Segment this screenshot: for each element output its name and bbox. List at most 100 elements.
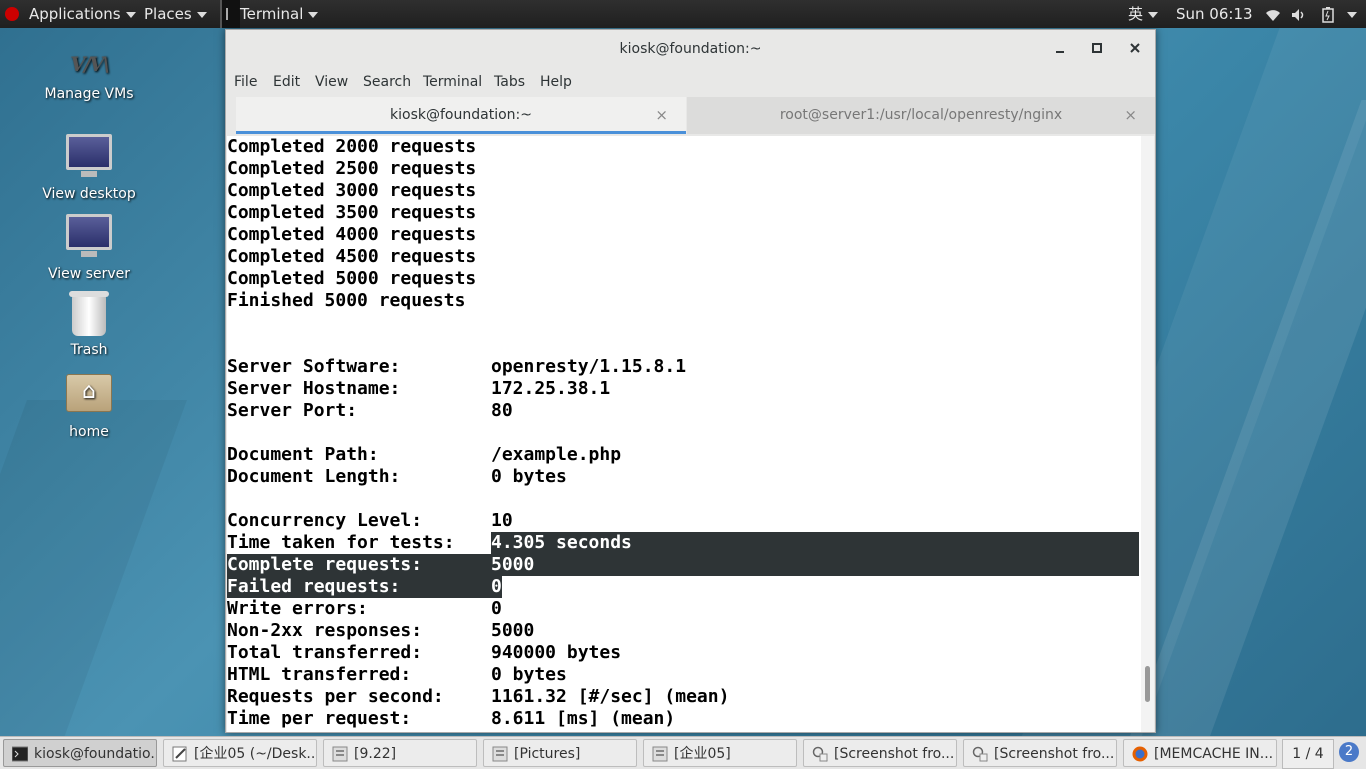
terminal-line-value: 5000 <box>491 554 535 575</box>
terminal-line-key: Server Software: <box>227 356 401 377</box>
terminal-line-value: openresty/1.15.8.1 <box>491 356 687 377</box>
terminal-line: Failed requests: 0 <box>227 576 1139 598</box>
desktop-icon-manage-vms[interactable]: V/V\ Manage VMs <box>24 52 154 102</box>
terminal-line: Completed 3500 requests <box>227 202 1139 224</box>
taskbar-item[interactable]: [9.22] <box>323 739 477 767</box>
home-folder-icon <box>66 374 112 412</box>
terminal-output[interactable]: Completed 2000 requests Completed 2500 re… <box>227 136 1141 732</box>
terminal-line-value: /example.php <box>491 444 622 465</box>
taskbar-item[interactable]: [Screenshot fro... <box>803 739 957 767</box>
battery-icon[interactable] <box>1322 0 1334 28</box>
close-button[interactable] <box>1125 39 1145 59</box>
chevron-down-icon <box>1347 11 1357 18</box>
taskbar-item[interactable]: [企业05 (~/Desk... <box>163 739 317 767</box>
tab-close-icon[interactable]: × <box>655 97 668 134</box>
terminal-line: Completed 4000 requests <box>227 224 1139 246</box>
vm-icon: V/V\ <box>70 52 110 76</box>
terminal-line: Total transferred: 940000 bytes <box>227 642 1139 664</box>
terminal-line-key: Document Length: <box>227 466 401 487</box>
terminal-line: Concurrency Level: 10 <box>227 510 1139 532</box>
taskbar-item[interactable]: kiosk@foundatio... <box>3 739 157 767</box>
terminal-line-key: Non-2xx responses: <box>227 620 423 641</box>
desktop-icon-home[interactable]: home <box>24 374 154 440</box>
desktop-icon-trash[interactable]: Trash <box>24 291 154 358</box>
image-viewer-icon <box>812 746 828 762</box>
places-menu-label: Places <box>144 5 192 23</box>
tab-root-server1[interactable]: root@server1:/usr/local/openresty/nginx … <box>687 97 1155 134</box>
scrollbar[interactable] <box>1141 136 1154 732</box>
terminal-line-key: Completed 3500 requests <box>227 202 477 223</box>
menu-help[interactable]: Help <box>540 68 572 96</box>
redhat-logo-icon <box>5 7 19 21</box>
taskbar-item-label: [企业05 (~/Desk... <box>194 746 317 762</box>
menu-edit[interactable]: Edit <box>273 68 300 96</box>
menu-view[interactable]: View <box>315 68 348 96</box>
taskbar-item-label: kiosk@foundatio... <box>34 746 157 762</box>
terminal-line-key: Total transferred: <box>227 642 423 663</box>
places-menu[interactable]: Places <box>144 0 207 28</box>
terminal-line: Completed 2000 requests <box>227 136 1139 158</box>
menu-file[interactable]: File <box>234 68 257 96</box>
terminal-window: kiosk@foundation:~ File Edit View Search… <box>225 29 1156 733</box>
input-method-indicator[interactable]: 英 <box>1128 0 1159 28</box>
terminal-app-menu[interactable]: Terminal <box>240 0 319 28</box>
clock[interactable]: Sun 06:13 <box>1176 0 1253 28</box>
menu-terminal[interactable]: Terminal <box>423 68 482 96</box>
terminal-line: Requests per second: 1161.32 [#/sec] (mea… <box>227 686 1139 708</box>
terminal-line: Write errors: 0 <box>227 598 1139 620</box>
scrollbar-thumb[interactable] <box>1145 666 1150 702</box>
menu-search[interactable]: Search <box>363 68 411 96</box>
taskbar-item-label: [9.22] <box>354 746 397 762</box>
input-method-label: 英 <box>1128 5 1144 23</box>
terminal-line-value: 4.305 seconds <box>491 532 632 553</box>
applications-menu[interactable]: Applications <box>29 0 136 28</box>
taskbar-item[interactable]: [MEMCACHE IN... <box>1123 739 1277 767</box>
desktop-icon-view-desktop[interactable]: View desktop <box>24 134 154 202</box>
taskbar-item[interactable]: [Pictures] <box>483 739 637 767</box>
volume-icon[interactable] <box>1291 0 1307 28</box>
terminal-line-value: 0 bytes <box>491 664 567 685</box>
terminal-line-value: 5000 <box>491 620 535 641</box>
terminal-line: Complete requests: 5000 <box>227 554 1139 576</box>
terminal-line-key: Requests per second: <box>227 686 444 707</box>
tab-label: kiosk@foundation:~ <box>390 107 532 123</box>
notification-badge[interactable]: 2 <box>1339 742 1359 762</box>
minimize-button[interactable] <box>1050 39 1070 59</box>
terminal-line-key: Completed 5000 requests <box>227 268 477 289</box>
terminal-line: Completed 4500 requests <box>227 246 1139 268</box>
tab-kiosk-foundation[interactable]: kiosk@foundation:~ × <box>236 97 686 134</box>
minimize-icon <box>1056 51 1064 53</box>
desktop-icon-view-server[interactable]: View server <box>24 214 154 282</box>
menubar: File Edit View Search Terminal Tabs Help <box>226 68 1155 96</box>
taskbar-item[interactable]: [Screenshot fro... <box>963 739 1117 767</box>
terminal-line-value: 940000 bytes <box>491 642 622 663</box>
clock-label: Sun 06:13 <box>1176 5 1253 23</box>
terminal-line: Server Hostname: 172.25.38.1 <box>227 378 1139 400</box>
window-title: kiosk@foundation:~ <box>619 41 762 57</box>
tab-close-icon[interactable]: × <box>1124 97 1137 134</box>
system-menu[interactable] <box>1342 0 1357 28</box>
terminal-line-value: 0 bytes <box>491 466 567 487</box>
maximize-icon <box>1092 43 1102 53</box>
desktop-icon-label: View server <box>48 266 130 282</box>
taskbar-item-label: [Screenshot fro... <box>994 746 1115 762</box>
terminal-line: Document Length: 0 bytes <box>227 466 1139 488</box>
bottom-taskbar: kiosk@foundatio... [企业05 (~/Desk... [9.22]… <box>0 736 1366 769</box>
terminal-line: Completed 5000 requests <box>227 268 1139 290</box>
terminal-line-key: Failed requests: <box>227 576 401 597</box>
menu-tabs[interactable]: Tabs <box>494 68 525 96</box>
wifi-icon[interactable] <box>1265 0 1281 28</box>
maximize-button[interactable] <box>1087 39 1107 59</box>
terminal-line: HTML transferred: 0 bytes <box>227 664 1139 686</box>
terminal-line: Time taken for tests: 4.305 seconds <box>227 532 1139 554</box>
desktop-icon-label: View desktop <box>42 186 136 202</box>
terminal-app-icon <box>220 0 240 28</box>
terminal-line-key: Completed 2500 requests <box>227 158 477 179</box>
window-titlebar[interactable]: kiosk@foundation:~ <box>226 30 1155 68</box>
taskbar-item-label: [企业05] <box>674 746 731 762</box>
workspace-pager[interactable]: 1 / 4 <box>1282 739 1334 769</box>
taskbar-item[interactable]: [企业05] <box>643 739 797 767</box>
